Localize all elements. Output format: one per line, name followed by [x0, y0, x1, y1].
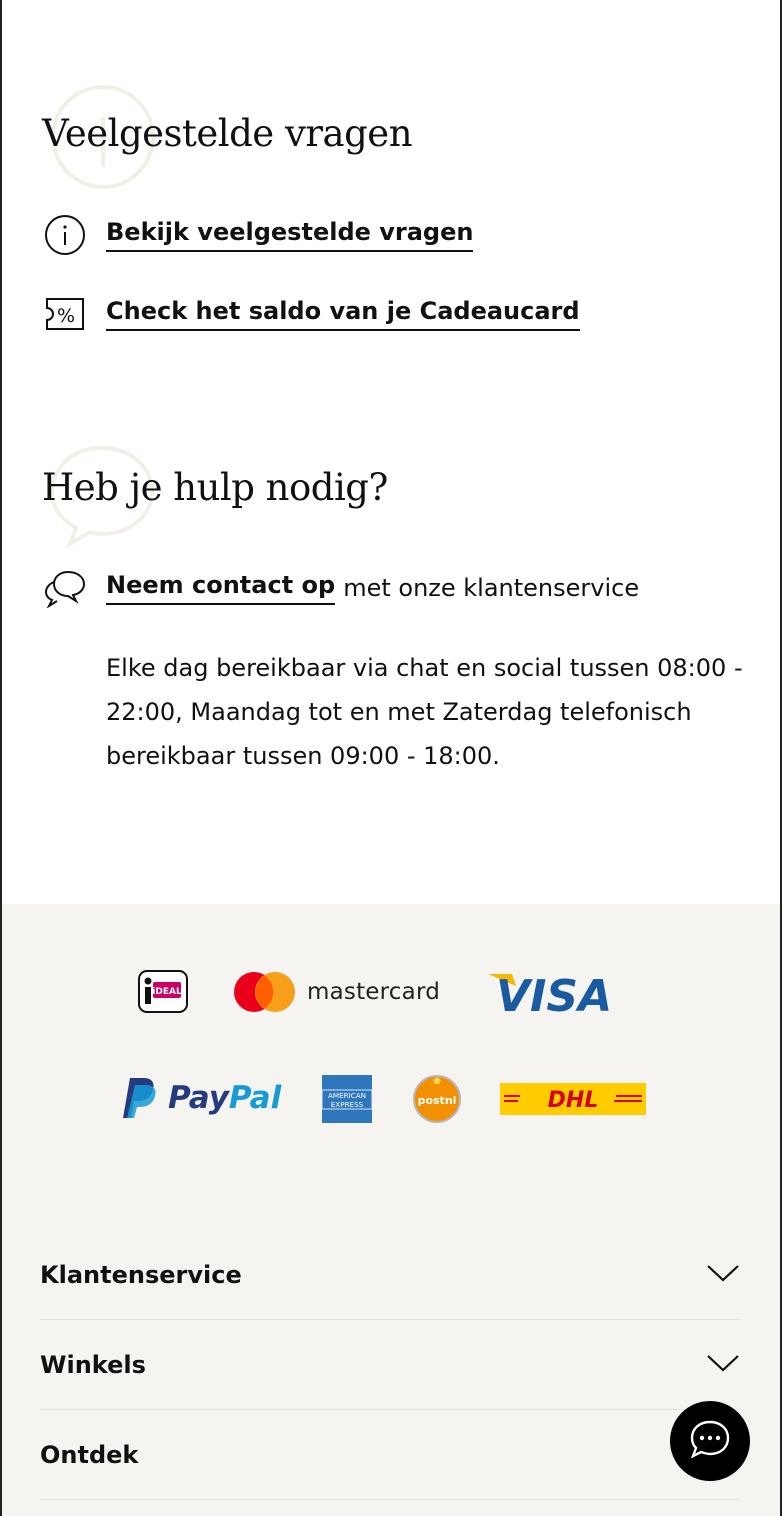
- postnl-logo-text: postnl: [418, 1094, 457, 1107]
- postnl-logo: postnl: [412, 1074, 462, 1124]
- svg-text:%: %: [57, 305, 75, 327]
- opening-hours-text: Elke dag bereikbaar via chat en social t…: [106, 654, 743, 770]
- amex-logo: AMERICAN EXPRESS: [322, 1075, 372, 1123]
- giftcard-link[interactable]: Check het saldo van je Cadeaucard: [106, 297, 580, 331]
- accordion-label: Winkels: [40, 1350, 146, 1379]
- accordion-label: Ontdek: [40, 1440, 139, 1469]
- ideal-logo: iDEAL: [138, 970, 188, 1013]
- ticket-percent-icon: %: [44, 292, 88, 336]
- dhl-logo: DHL: [500, 1083, 646, 1115]
- dhl-logo-text: DHL: [548, 1088, 599, 1113]
- accordion-ontdek[interactable]: Ontdek: [40, 1410, 740, 1500]
- paypal-pay-text: Pay: [168, 1080, 229, 1116]
- faq-link-row: Bekijk veelgestelde vragen: [44, 213, 474, 257]
- amex-text-2: EXPRESS: [331, 1100, 364, 1109]
- mastercard-logo: mastercard: [233, 971, 440, 1013]
- paypal-pal-text: Pal: [228, 1080, 282, 1116]
- accordion-klantenservice[interactable]: Klantenservice: [40, 1230, 740, 1320]
- amex-text-1: AMERICAN: [328, 1091, 366, 1100]
- contact-row: Neem contact op met onze klantenservice: [44, 566, 639, 610]
- chat-bubbles-icon: [44, 566, 88, 610]
- help-heading: Heb je hulp nodig?: [42, 466, 388, 509]
- chat-icon: [689, 1419, 731, 1463]
- info-icon: [44, 213, 88, 257]
- accordion-winkels[interactable]: Winkels: [40, 1320, 740, 1410]
- faq-link[interactable]: Bekijk veelgestelde vragen: [106, 218, 474, 252]
- accordion-label: Klantenservice: [40, 1260, 242, 1289]
- ideal-logo-text: iDEAL: [152, 987, 182, 997]
- faq-heading: Veelgestelde vragen: [42, 112, 413, 155]
- paypal-logo: Pay Pal: [122, 1076, 281, 1120]
- chat-button[interactable]: [670, 1401, 750, 1481]
- contact-rest-text: met onze klantenservice: [343, 574, 640, 602]
- chevron-down-icon: [706, 1353, 740, 1377]
- visa-logo-text: VISA: [496, 971, 612, 1018]
- mastercard-logo-text: mastercard: [307, 979, 440, 1005]
- chevron-down-icon: [706, 1263, 740, 1287]
- contact-link[interactable]: Neem contact op: [106, 571, 336, 605]
- visa-logo: VISA: [486, 966, 612, 1018]
- giftcard-link-row: % Check het saldo van je Cadeaucard: [44, 292, 580, 336]
